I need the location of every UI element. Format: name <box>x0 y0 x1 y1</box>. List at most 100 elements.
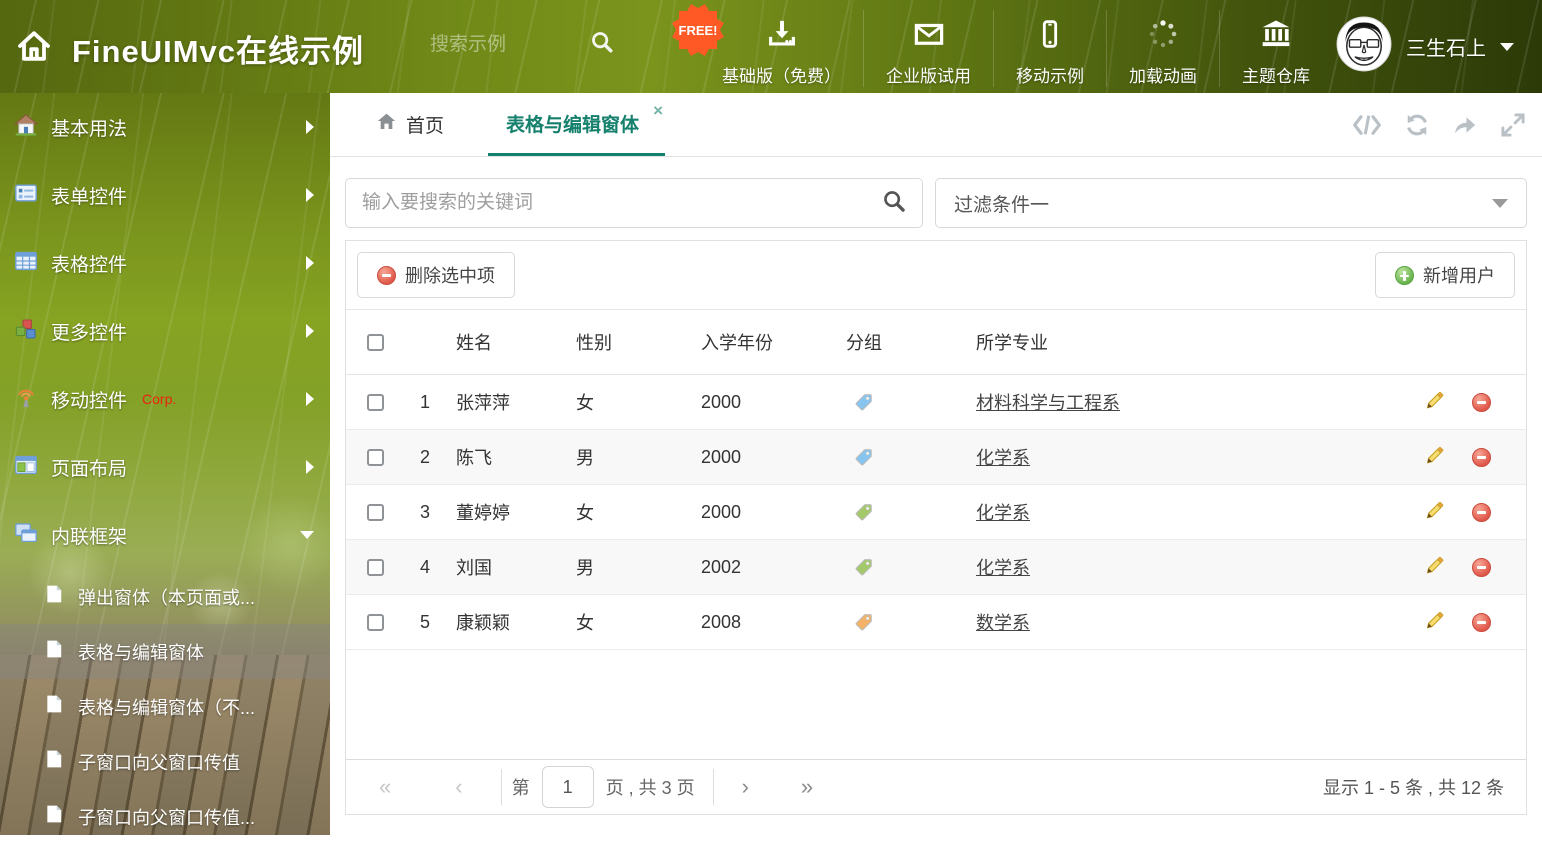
home-tab-icon <box>376 111 397 138</box>
delete-row-icon[interactable] <box>1472 557 1491 577</box>
row-checkbox[interactable] <box>367 448 384 466</box>
edit-pencil-icon[interactable] <box>1424 444 1446 471</box>
cell-gender: 男 <box>576 448 594 468</box>
column-header-year: 入学年份 <box>701 333 773 353</box>
delete-row-icon[interactable] <box>1472 612 1491 632</box>
tab-close-icon[interactable]: × <box>653 102 663 119</box>
form-icon <box>14 181 38 210</box>
sidebar-subitem-label: 子窗口向父窗口传值 <box>78 752 240 773</box>
nav-theme-repo[interactable]: 主题仓库 <box>1219 10 1332 87</box>
grid-panel: 删除选中项 新增用户 姓名 性别 入学年份 分组 所学专业 1 张萍萍 女 20… <box>345 240 1527 815</box>
major-link[interactable]: 材料科学与工程系 <box>976 393 1120 413</box>
page-icon <box>44 584 64 609</box>
next-page-button[interactable]: › <box>742 776 749 798</box>
nav-loading-animation[interactable]: 加载动画 <box>1106 10 1219 87</box>
plus-circle-icon <box>1395 265 1414 285</box>
column-header-gender: 性别 <box>576 333 612 353</box>
sidebar-item-label: 表单控件 <box>51 186 128 208</box>
user-menu[interactable]: 三生石上 <box>1336 16 1514 77</box>
cell-gender: 女 <box>576 393 594 413</box>
sidebar-subitem-label: 表格与编辑窗体（不... <box>78 697 256 718</box>
major-link[interactable]: 化学系 <box>976 448 1030 468</box>
edit-pencil-icon[interactable] <box>1424 499 1446 526</box>
table-row: 3 董婷婷 女 2000 化学系 <box>346 485 1526 540</box>
cell-year: 2000 <box>701 501 742 522</box>
last-page-button[interactable]: » <box>801 776 813 798</box>
header-search-icon[interactable] <box>590 30 614 59</box>
delete-row-icon[interactable] <box>1472 502 1491 522</box>
grid-toolbar: 删除选中项 新增用户 <box>346 241 1526 310</box>
filter-dropdown[interactable]: 过滤条件一 <box>935 178 1527 228</box>
edit-pencil-icon[interactable] <box>1424 389 1446 416</box>
view-source-icon[interactable] <box>1352 113 1382 137</box>
edit-pencil-icon[interactable] <box>1424 554 1446 581</box>
add-user-button[interactable]: 新增用户 <box>1375 252 1515 298</box>
frames-icon <box>14 521 38 550</box>
minus-circle-icon <box>377 265 396 285</box>
row-checkbox[interactable] <box>367 503 384 521</box>
row-number: 1 <box>419 391 430 412</box>
row-checkbox[interactable] <box>367 558 384 576</box>
sidebar-subitem-child-to-parent[interactable]: 子窗口向父窗口传值 <box>0 734 330 789</box>
row-number: 2 <box>419 446 430 467</box>
free-badge-text: FREE! <box>678 22 718 38</box>
chevron-right-icon <box>306 188 314 202</box>
delete-selected-button[interactable]: 删除选中项 <box>357 252 515 298</box>
bank-icon <box>1259 18 1293 55</box>
add-user-label: 新增用户 <box>1423 266 1495 286</box>
sidebar-item-page-layout[interactable]: 页面布局 <box>0 433 330 501</box>
cubes-icon <box>14 317 38 346</box>
nav-basic-free[interactable]: FREE! 基础版（免费） <box>672 4 863 87</box>
refresh-icon[interactable] <box>1404 112 1430 138</box>
cell-gender: 男 <box>576 558 594 578</box>
keyword-search-input[interactable] <box>362 192 882 214</box>
page-icon <box>44 804 64 829</box>
sidebar-item-mobile-controls[interactable]: 移动控件 Corp. <box>0 365 330 433</box>
select-all-checkbox[interactable] <box>367 333 384 351</box>
chevron-right-icon <box>306 392 314 406</box>
sidebar-subitem-popup-window[interactable]: 弹出窗体（本页面或... <box>0 569 330 624</box>
sidebar-subitem-grid-edit-window[interactable]: 表格与编辑窗体 <box>0 624 330 679</box>
app-home-icon[interactable] <box>16 28 52 69</box>
avatar <box>1336 16 1392 77</box>
sidebar-subitem-child-to-parent-2[interactable]: 子窗口向父窗口传值... <box>0 789 330 844</box>
prev-page-button[interactable]: ‹ <box>455 776 462 798</box>
sidebar-item-label: 基本用法 <box>51 118 128 140</box>
grid-icon <box>14 249 38 278</box>
tab-grid-edit-window[interactable]: 表格与编辑窗体 × <box>488 93 666 156</box>
chevron-down-icon <box>300 531 314 539</box>
expand-icon[interactable] <box>1500 112 1526 138</box>
major-link[interactable]: 数学系 <box>976 613 1030 633</box>
sidebar-item-inline-frame[interactable]: 内联框架 <box>0 501 330 569</box>
sidebar-item-grid-controls[interactable]: 表格控件 <box>0 229 330 297</box>
first-page-button[interactable]: « <box>379 776 391 798</box>
page-label-prefix: 第 <box>511 778 530 798</box>
row-checkbox[interactable] <box>367 393 384 411</box>
major-link[interactable]: 化学系 <box>976 503 1030 523</box>
wireless-icon <box>14 385 38 414</box>
nav-enterprise-trial[interactable]: 企业版试用 <box>863 10 993 87</box>
header-search-input[interactable] <box>430 33 590 56</box>
open-in-new-icon[interactable] <box>1452 112 1478 138</box>
edit-pencil-icon[interactable] <box>1424 609 1446 636</box>
page-number-input[interactable] <box>541 766 594 808</box>
sidebar-item-label: 移动控件 <box>51 390 128 412</box>
row-number: 3 <box>419 501 430 522</box>
column-header-group: 分组 <box>846 333 882 353</box>
sidebar-subitem-grid-edit-window-2[interactable]: 表格与编辑窗体（不... <box>0 679 330 734</box>
delete-row-icon[interactable] <box>1472 447 1491 467</box>
sidebar-subitem-label: 弹出窗体（本页面或... <box>78 587 256 608</box>
row-checkbox[interactable] <box>367 613 384 631</box>
table-header-row: 姓名 性别 入学年份 分组 所学专业 <box>346 310 1526 375</box>
sidebar-item-label: 表格控件 <box>51 254 128 276</box>
major-link[interactable]: 化学系 <box>976 558 1030 578</box>
sidebar-item-form-controls[interactable]: 表单控件 <box>0 161 330 229</box>
nav-mobile-demo[interactable]: 移动示例 <box>993 10 1106 87</box>
sidebar-item-basic-usage[interactable]: 基本用法 <box>0 93 330 161</box>
envelope-icon <box>912 18 946 55</box>
house-icon <box>13 113 39 142</box>
sidebar-item-more-controls[interactable]: 更多控件 <box>0 297 330 365</box>
tab-home[interactable]: 首页 <box>362 93 458 156</box>
delete-row-icon[interactable] <box>1472 392 1491 412</box>
search-icon[interactable] <box>882 189 906 218</box>
